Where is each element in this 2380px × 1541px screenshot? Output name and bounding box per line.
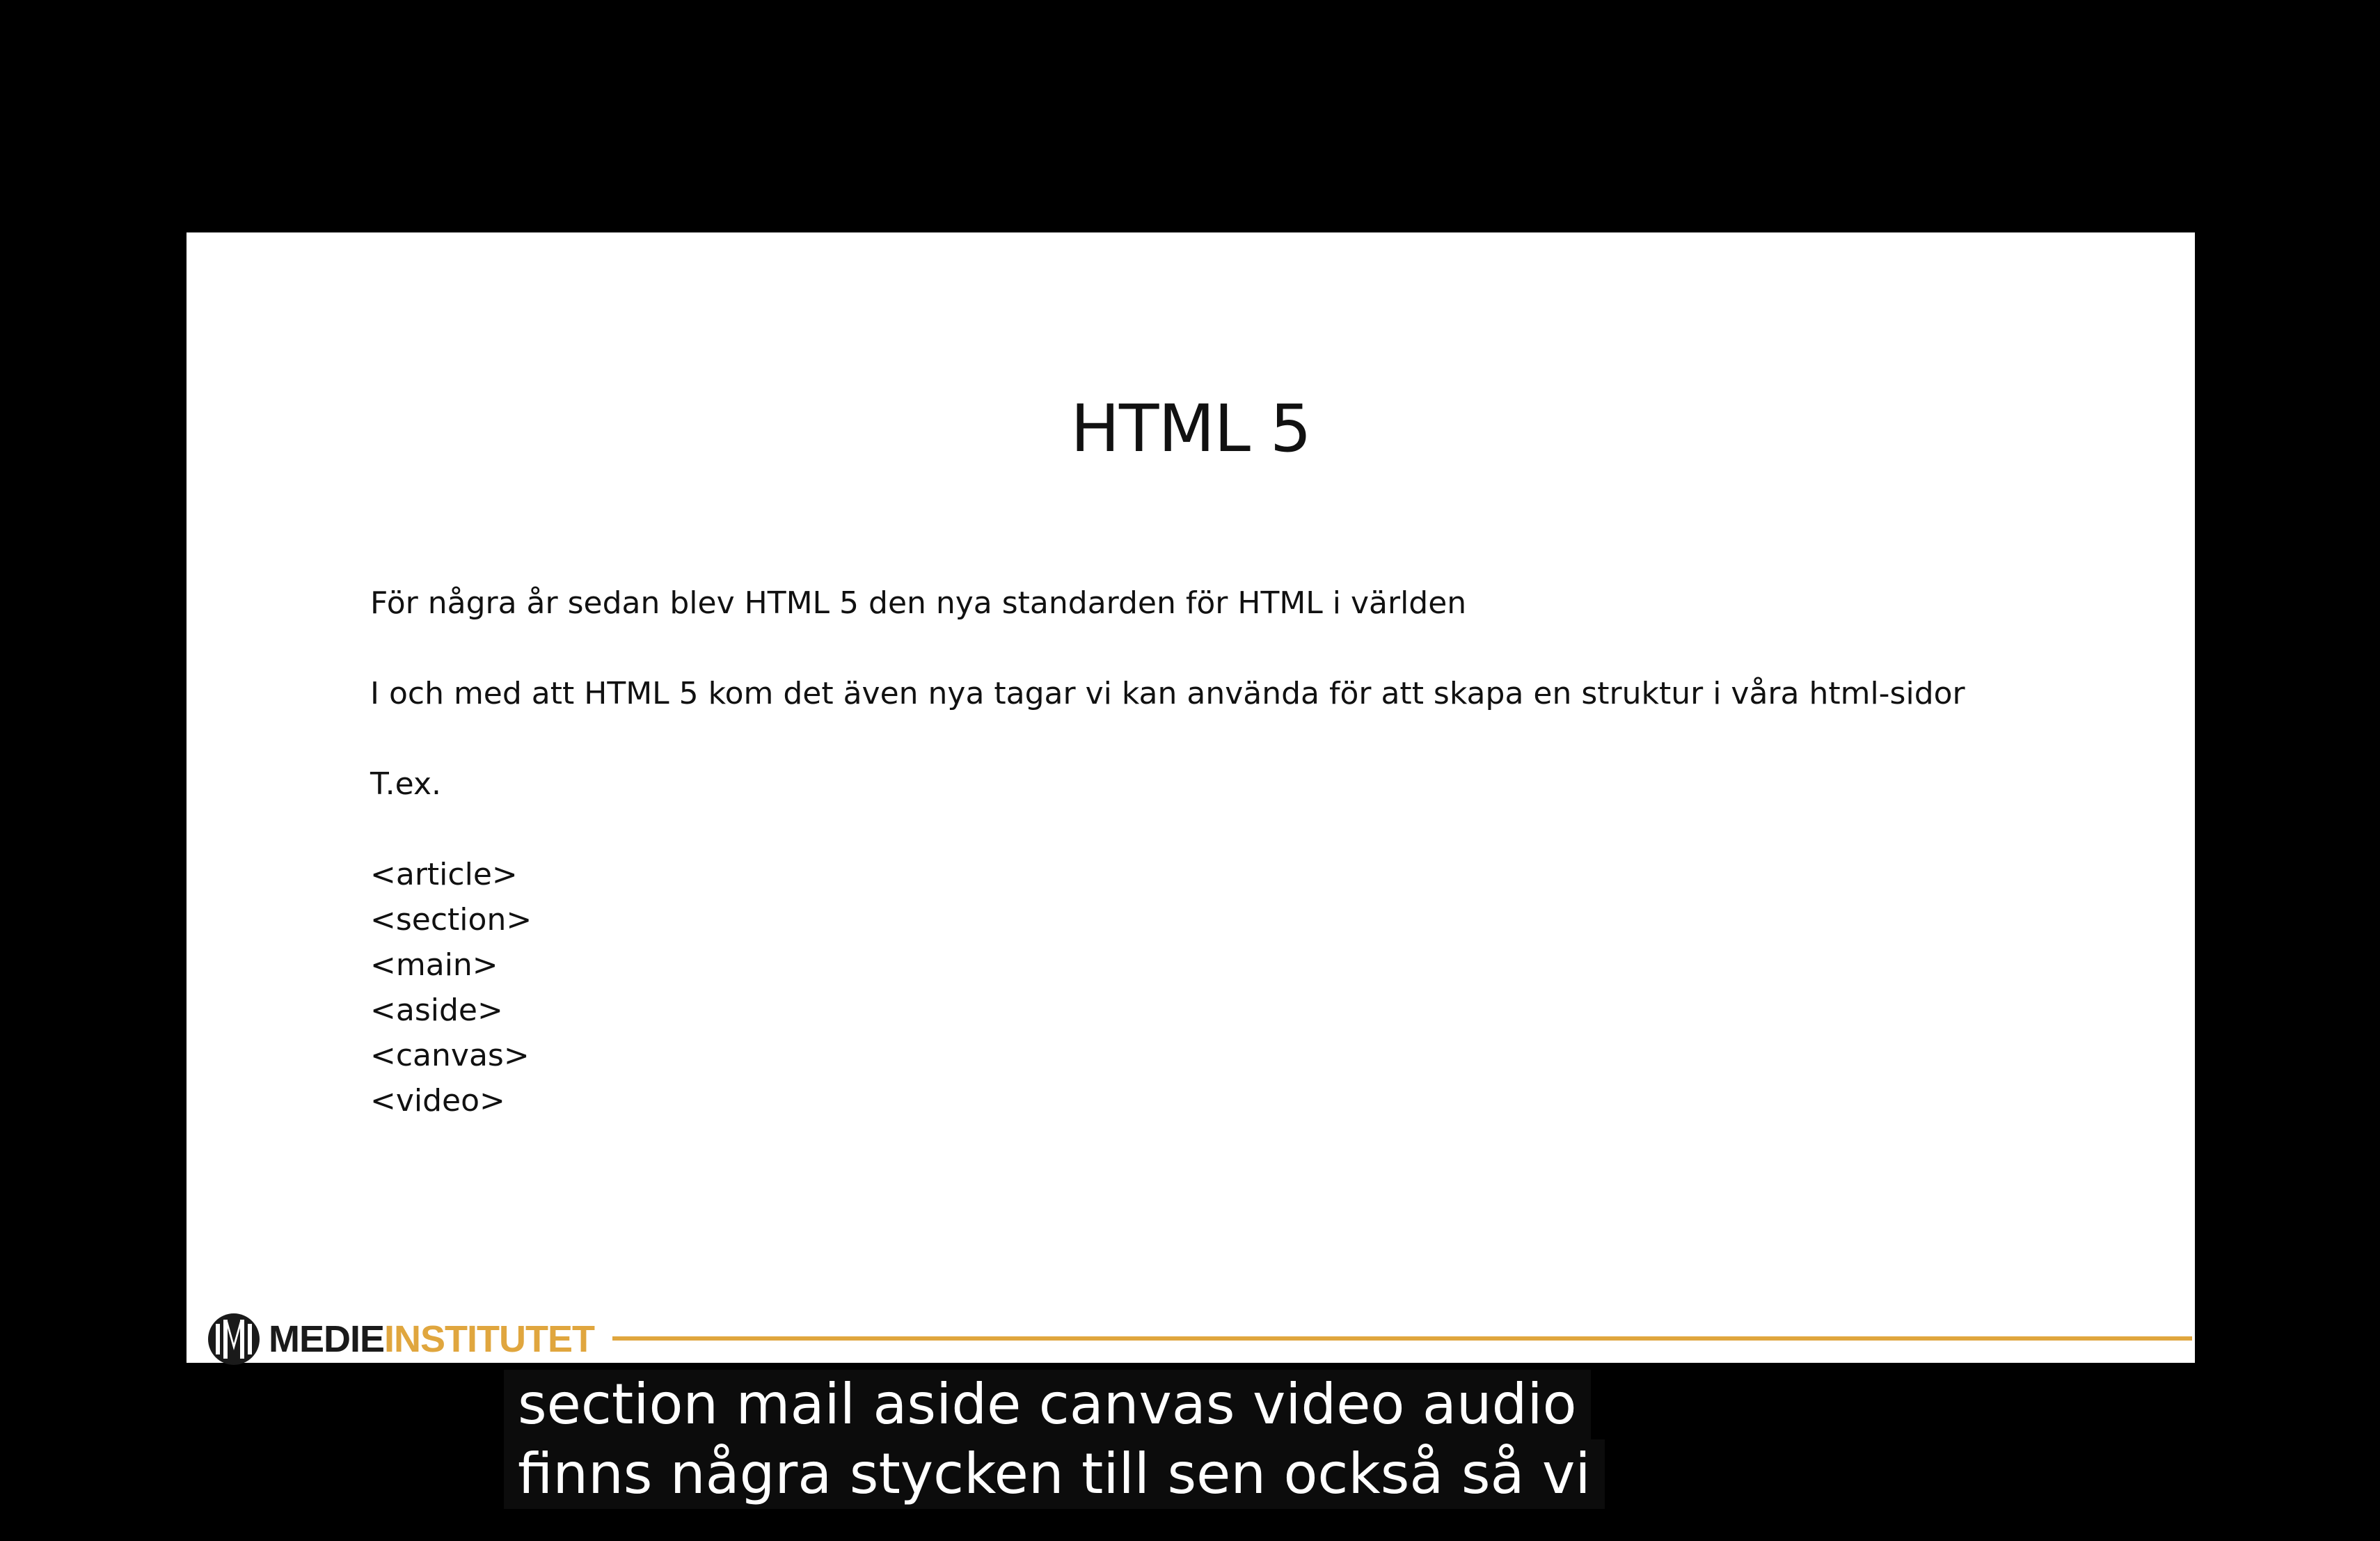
medieinstitutet-logo: MEDIEINSTITUTET: [206, 1311, 595, 1367]
presentation-slide: HTML 5 För några år sedan blev HTML 5 de…: [187, 232, 2195, 1365]
slide-body: För några år sedan blev HTML 5 den nya s…: [370, 580, 1965, 1123]
video-player-screen: HTML 5 För några år sedan blev HTML 5 de…: [0, 0, 2380, 1541]
slide-title: HTML 5: [1070, 391, 1311, 467]
tag-item: <video>: [370, 1083, 505, 1119]
logo-wordmark-part2: INSTITUTET: [384, 1318, 595, 1360]
slide-footer: MEDIEINSTITUTET: [187, 1279, 2195, 1365]
tag-item: <article>: [370, 857, 518, 892]
tag-item: <aside>: [370, 993, 503, 1028]
footer-divider: [612, 1336, 2192, 1341]
medieinstitutet-logo-icon: [208, 1313, 260, 1365]
tag-item: <main>: [370, 947, 498, 983]
caption-line: finns några stycken till sen också så vi: [504, 1439, 1605, 1509]
tag-list: <article> <section> <main> <aside> <canv…: [370, 852, 1965, 1123]
subtitle-captions: section mail aside canvas video audio fi…: [504, 1370, 1605, 1509]
slide-paragraph: För några år sedan blev HTML 5 den nya s…: [370, 585, 1467, 621]
slide-paragraph: I och med att HTML 5 kom det även nya ta…: [370, 676, 1965, 711]
tag-item: <section>: [370, 902, 532, 938]
logo-wordmark-part1: MEDIE: [269, 1318, 385, 1360]
caption-line: section mail aside canvas video audio: [504, 1370, 1591, 1439]
logo-wordmark: MEDIEINSTITUTET: [269, 1318, 595, 1361]
slide-paragraph: T.ex.: [370, 766, 441, 802]
tag-item: <canvas>: [370, 1038, 530, 1073]
